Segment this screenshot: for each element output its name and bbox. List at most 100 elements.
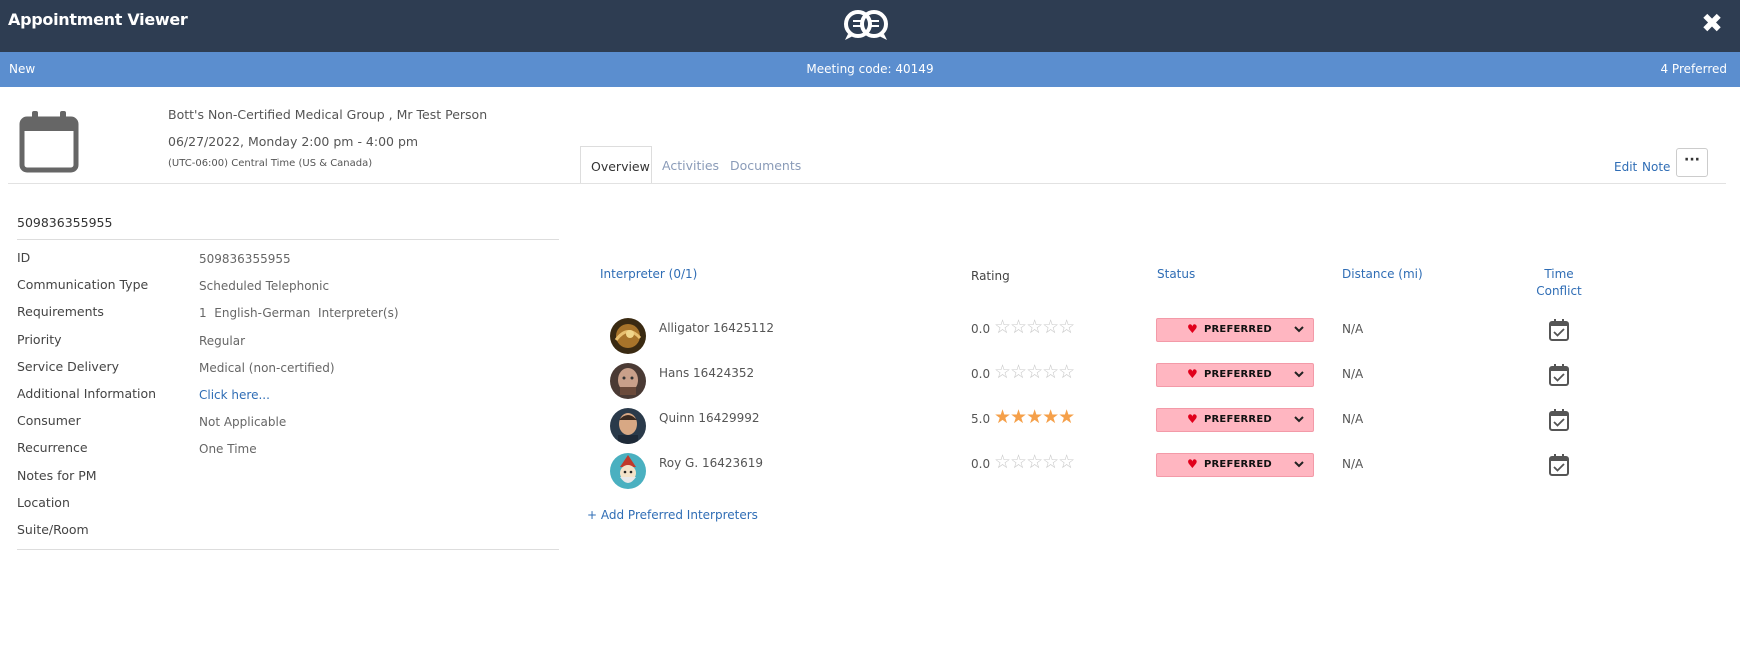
tab-documents[interactable]: Documents — [720, 146, 811, 184]
status-dropdown[interactable]: ♥ PREFERRED — [1156, 408, 1314, 432]
status-label: PREFERRED — [1204, 459, 1272, 470]
tab-activities[interactable]: Activities — [652, 146, 729, 184]
chevron-down-icon — [1294, 326, 1304, 333]
status-label: PREFERRED — [1204, 414, 1272, 425]
detail-row-service-delivery: Service Delivery Medical (non-certified) — [17, 353, 559, 380]
detail-value: 509836355955 — [199, 252, 291, 266]
appointment-datetime: 06/27/2022, Monday 2:00 pm - 4:00 pm — [168, 134, 419, 149]
heart-icon: ♥ — [1187, 367, 1198, 381]
avatar — [610, 363, 646, 399]
detail-row-location: Location — [17, 489, 559, 516]
column-header-time-conflict[interactable]: Time Conflict — [1535, 267, 1583, 298]
detail-label: Service Delivery — [17, 358, 120, 374]
interpreter-name[interactable]: Alligator 16425112 — [659, 321, 774, 335]
detail-label: Location — [17, 494, 70, 510]
calendar-check-icon[interactable] — [1548, 318, 1570, 342]
status-dropdown[interactable]: ♥ PREFERRED — [1156, 318, 1314, 342]
detail-row-requirements: Requirements 1 English-German Interprete… — [17, 298, 559, 325]
heart-icon: ♥ — [1187, 322, 1198, 336]
detail-row-priority: Priority Regular — [17, 326, 559, 353]
status-label: PREFERRED — [1204, 369, 1272, 380]
star-rating: ☆☆☆☆☆ — [994, 361, 1075, 383]
additional-info-link[interactable]: Click here... — [199, 388, 270, 402]
details-title: 509836355955 — [17, 212, 559, 240]
status-dropdown[interactable]: ♥ PREFERRED — [1156, 363, 1314, 387]
distance-value: N/A — [1342, 322, 1364, 336]
appointment-timezone: (UTC-06:00) Central Time (US & Canada) — [168, 158, 373, 169]
detail-label: Notes for PM — [17, 467, 97, 483]
distance-value: N/A — [1342, 367, 1364, 381]
avatar — [610, 318, 646, 354]
detail-row-recurrence: Recurrence One Time — [17, 434, 559, 461]
calendar-check-icon[interactable] — [1548, 363, 1570, 387]
detail-label: Consumer — [17, 413, 81, 429]
rating-value: 0.0 — [971, 457, 991, 471]
column-header-status[interactable]: Status — [1157, 267, 1195, 281]
close-icon[interactable]: ✖ — [1698, 10, 1726, 38]
heart-icon: ♥ — [1187, 457, 1198, 471]
detail-value: Regular — [199, 333, 246, 348]
detail-row-id: ID 509836355955 — [17, 244, 559, 271]
detail-row-notes-for-pm: Notes for PM — [17, 462, 559, 489]
detail-row-suite-room: Suite/Room — [17, 516, 559, 543]
detail-row-consumer: Consumer Not Applicable — [17, 407, 559, 434]
avatar — [610, 408, 646, 444]
detail-label: ID — [17, 250, 31, 265]
detail-row-additional-information: Additional Information Click here... — [17, 380, 559, 407]
distance-value: N/A — [1342, 412, 1364, 426]
interpreter-name[interactable]: Roy G. 16423619 — [659, 456, 763, 470]
more-options-button[interactable]: ··· — [1676, 148, 1708, 177]
avatar — [610, 453, 646, 489]
add-preferred-interpreters-link[interactable]: + Add Preferred Interpreters — [587, 508, 758, 522]
interpreter-name[interactable]: Quinn 16429992 — [659, 411, 760, 425]
calendar-check-icon[interactable] — [1548, 408, 1570, 432]
preferred-count: 4 Preferred — [1660, 62, 1727, 76]
status-dropdown[interactable]: ♥ PREFERRED — [1156, 453, 1314, 477]
star-rating: ☆☆☆☆☆ — [994, 451, 1075, 473]
column-header-conflict-line: Conflict — [1536, 284, 1582, 298]
star-rating: ★★★★★ — [994, 406, 1075, 428]
detail-value: Medical (non-certified) — [199, 360, 335, 375]
app-title: Appointment Viewer — [8, 10, 188, 29]
edit-link[interactable]: Edit — [1614, 160, 1637, 174]
chevron-down-icon — [1294, 371, 1304, 378]
table-row: Quinn 16429992 5.0 ★★★★★ ♥ PREFERRED N/A — [610, 408, 1610, 448]
detail-value: One Time — [199, 442, 257, 457]
chevron-down-icon — [1294, 416, 1304, 423]
detail-label: Suite/Room — [17, 521, 89, 537]
column-header-distance[interactable]: Distance (mi) — [1342, 267, 1423, 281]
title-bar: Appointment Viewer ✖ — [0, 0, 1740, 52]
distance-value: N/A — [1342, 457, 1364, 471]
note-link[interactable]: Note — [1642, 160, 1670, 174]
column-header-interpreter[interactable]: Interpreter (0/1) — [600, 267, 697, 281]
chevron-down-icon — [1294, 461, 1304, 468]
calendar-check-icon[interactable] — [1548, 453, 1570, 477]
interpreter-name[interactable]: Hans 16424352 — [659, 366, 754, 380]
table-row: Hans 16424352 0.0 ☆☆☆☆☆ ♥ PREFERRED N/A — [610, 363, 1610, 403]
status-bar: New Meeting code: 40149 4 Preferred — [0, 52, 1740, 87]
column-header-rating: Rating — [971, 269, 1010, 283]
detail-label: Priority — [17, 331, 62, 347]
details-panel: 509836355955 ID 509836355955 Communicati… — [17, 212, 559, 543]
divider — [17, 549, 559, 550]
detail-label: Communication Type — [17, 277, 149, 293]
detail-row-communication-type: Communication Type Scheduled Telephonic — [17, 271, 559, 298]
status-label: PREFERRED — [1204, 324, 1272, 335]
table-row: Alligator 16425112 0.0 ☆☆☆☆☆ ♥ PREFERRED… — [610, 318, 1610, 358]
tab-overview[interactable]: Overview — [580, 146, 652, 184]
rating-value: 0.0 — [971, 322, 991, 336]
double-chat-bubble-logo — [844, 10, 888, 40]
star-rating: ☆☆☆☆☆ — [994, 316, 1075, 338]
client-name: Bott's Non-Certified Medical Group , Mr … — [168, 107, 488, 122]
table-row: Roy G. 16423619 0.0 ☆☆☆☆☆ ♥ PREFERRED N/… — [610, 453, 1610, 493]
detail-value: Not Applicable — [199, 415, 287, 430]
detail-label: Additional Information — [17, 385, 157, 401]
column-header-time-line: Time — [1544, 267, 1574, 281]
detail-label: Requirements — [17, 304, 104, 320]
rating-value: 0.0 — [971, 367, 991, 381]
detail-value: Scheduled Telephonic — [199, 279, 330, 294]
heart-icon: ♥ — [1187, 412, 1198, 426]
calendar-icon — [19, 111, 79, 173]
detail-value: 1 English-German Interpreter(s) — [199, 306, 399, 321]
meeting-code: Meeting code: 40149 — [806, 62, 934, 76]
